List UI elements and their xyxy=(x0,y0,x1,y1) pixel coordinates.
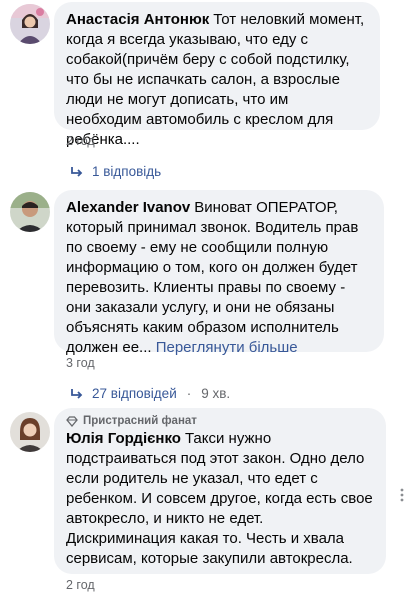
comment-bubble: Анастасія Антонюк Тот неловкий момент, ко… xyxy=(54,2,380,148)
badge-label: Пристрасний фанат xyxy=(83,415,197,427)
comment-time[interactable]: 2 год xyxy=(66,134,95,148)
reply-time: 9 хв. xyxy=(201,386,231,401)
comment-text: Виноват ОПЕРАТОР, который принимал звоно… xyxy=(66,199,359,356)
comment-text: Тот неловкий момент, когда я всегда указ… xyxy=(66,11,365,148)
comment-author[interactable]: Alexander Ivanov xyxy=(66,199,190,216)
comment-bubble: Пристрасний фанат Юлія Гордієнко Такси ну… xyxy=(54,408,386,574)
replies-link[interactable]: 1 відповідь xyxy=(70,164,161,179)
replies-link[interactable]: 27 відповідей · 9 хв. xyxy=(70,386,230,401)
reply-arrow-icon xyxy=(71,388,83,399)
avatar[interactable] xyxy=(10,4,50,44)
replies-count[interactable]: 27 відповідей xyxy=(92,386,177,401)
comment-author[interactable]: Юлія Гордієнко xyxy=(66,430,181,447)
fan-badge[interactable]: Пристрасний фанат xyxy=(66,415,374,427)
comment-author[interactable]: Анастасія Антонюк xyxy=(66,11,209,28)
comment-bubble: Alexander Ivanov Виноват ОПЕРАТОР, которы… xyxy=(54,190,384,356)
comment-body: Анастасія Антонюк Тот неловкий момент, ко… xyxy=(66,10,368,150)
comment-text: Такси нужно подстраиваться под этот зако… xyxy=(66,430,373,567)
avatar[interactable] xyxy=(10,412,50,452)
replies-count[interactable]: 1 відповідь xyxy=(92,164,161,179)
diamond-icon xyxy=(66,415,78,427)
comment-time[interactable]: 3 год xyxy=(66,356,95,370)
reply-arrow-icon xyxy=(71,166,83,177)
separator-dot: · xyxy=(186,386,192,401)
see-more-link[interactable]: Переглянути більше xyxy=(156,339,298,356)
comment-body: Alexander Ivanov Виноват ОПЕРАТОР, которы… xyxy=(66,198,372,358)
avatar[interactable] xyxy=(10,192,50,232)
comment-body: Юлія Гордієнко Такси нужно подстраиваться… xyxy=(66,429,374,569)
more-dots-icon[interactable] xyxy=(398,488,406,508)
comment-time[interactable]: 2 год xyxy=(66,578,95,592)
